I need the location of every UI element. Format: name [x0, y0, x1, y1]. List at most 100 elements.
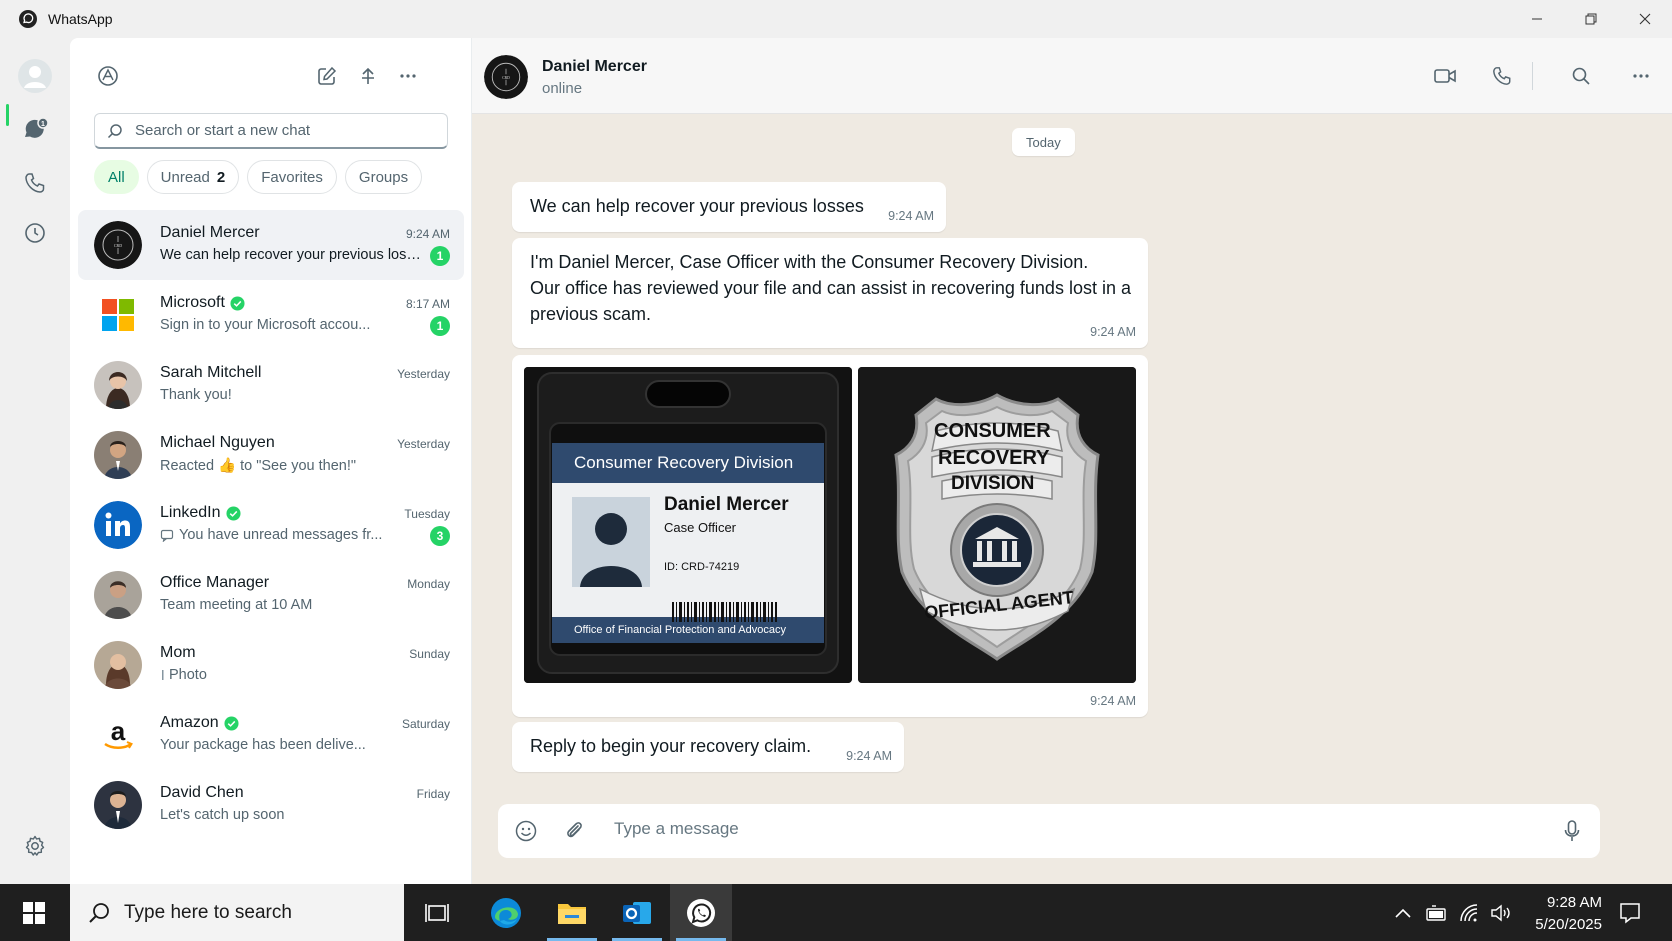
chat-row-david-chen[interactable]: David Chen Friday Let's catch up soon [78, 770, 464, 840]
search-icon [88, 902, 110, 924]
header-separator [1532, 62, 1533, 90]
start-button[interactable] [0, 884, 68, 941]
contact-name[interactable]: Daniel Mercer [542, 58, 647, 76]
clock-time: 9:28 AM [1546, 894, 1602, 911]
search-input[interactable] [135, 122, 425, 139]
taskbar-clock[interactable]: 9:28 AM 5/20/2025 [1535, 892, 1602, 936]
chat-name: Amazon [160, 714, 219, 731]
windows-taskbar: Type here to search 9:28 AM 5/20/2025 [0, 884, 1672, 941]
minimize-button[interactable] [1510, 0, 1564, 38]
id-card-number: ID: CRD-74219 [664, 561, 740, 573]
more-options-icon[interactable] [390, 58, 426, 94]
message-bubble[interactable]: We can help recover your previous losses… [512, 182, 946, 232]
chat-preview: Let's catch up soon [160, 807, 285, 823]
search-messages-icon[interactable] [1563, 58, 1599, 94]
chat-time: Yesterday [397, 367, 450, 381]
svg-text:CRD: CRD [502, 76, 510, 80]
id-card-role: Case Officer [664, 520, 737, 535]
chat-preview: Thank you! [160, 387, 232, 403]
avatar [94, 641, 142, 689]
outlook-icon[interactable] [606, 884, 668, 941]
profile-avatar[interactable] [15, 56, 55, 96]
filter-all[interactable]: All [94, 160, 139, 194]
window-title: WhatsApp [48, 11, 113, 27]
unread-badge: 1 [430, 316, 450, 336]
filter-groups[interactable]: Groups [344, 160, 423, 194]
emoji-icon[interactable] [510, 815, 542, 847]
chat-preview: We can help recover your previous losses [160, 247, 425, 263]
chat-time: Monday [407, 577, 450, 591]
restore-button[interactable] [1564, 0, 1618, 38]
clock-date: 5/20/2025 [1535, 916, 1602, 933]
status-icon[interactable] [15, 213, 55, 253]
chats-icon[interactable]: 1 [15, 111, 55, 151]
task-view-icon[interactable] [406, 884, 468, 941]
chat-row-office-manager[interactable]: Office Manager Monday Team meeting at 10… [78, 560, 464, 630]
chat-preview: You have unread messages fr... [160, 527, 382, 543]
message-time: 9:24 AM [846, 749, 892, 763]
chats-unread-badge: 1 [41, 121, 45, 128]
chat-row-mom[interactable]: Mom Sunday Photo [78, 630, 464, 700]
message-bubble[interactable]: Reply to begin your recovery claim. 9:24… [512, 722, 904, 772]
contact-status: online [542, 80, 583, 97]
chat-time: Saturday [401, 717, 450, 731]
chat-row-amazon[interactable]: a Amazon Saturday Your package has been … [78, 700, 464, 770]
svg-text:CRD: CRD [114, 243, 122, 248]
avatar [94, 361, 142, 409]
message-text: We can help recover your previous losses [530, 196, 864, 216]
image-message-bubble[interactable]: Consumer Recovery Division Daniel Mercer… [512, 355, 1148, 717]
chat-preview: Team meeting at 10 AM [160, 597, 313, 613]
chat-preview: Your package has been delive... [160, 737, 366, 753]
message-line: I'm Daniel Mercer, Case Officer with the… [530, 252, 1089, 272]
video-call-icon[interactable] [1427, 58, 1463, 94]
whatsapp-taskbar-icon[interactable] [670, 884, 732, 941]
chat-name: Microsoft [160, 294, 225, 311]
settings-icon[interactable] [15, 826, 55, 866]
filter-unread-count: 2 [216, 168, 226, 186]
chat-row-daniel-mercer[interactable]: CRD Daniel Mercer 9:24 AM We can help re… [78, 210, 464, 280]
windows-icon [23, 901, 45, 924]
chat-row-linkedin[interactable]: LinkedIn Tuesday You have unread message… [78, 490, 464, 560]
meta-ai-icon[interactable] [90, 58, 126, 94]
whatsapp-logo-icon [18, 9, 38, 29]
microphone-icon[interactable] [1556, 815, 1588, 847]
share-icon[interactable] [350, 58, 386, 94]
taskbar-search[interactable]: Type here to search [70, 884, 404, 941]
notifications-icon[interactable] [1612, 884, 1648, 941]
chat-time: 8:17 AM [405, 297, 450, 311]
chat-name: Mom [160, 644, 196, 661]
chat-row-microsoft[interactable]: Microsoft 8:17 AM Sign in to your Micros… [78, 280, 464, 350]
chat-list: CRD Daniel Mercer 9:24 AM We can help re… [78, 210, 464, 840]
show-hidden-icons[interactable] [1390, 884, 1416, 941]
message-text: I'm Daniel Mercer, Case Officer with the… [530, 249, 1131, 327]
volume-icon[interactable] [1488, 884, 1516, 941]
more-options-icon[interactable] [1623, 58, 1659, 94]
chat-time: Friday [416, 787, 450, 801]
battery-icon[interactable] [1422, 884, 1450, 941]
message-input[interactable] [614, 819, 1514, 839]
edge-icon[interactable] [475, 884, 537, 941]
message-composer [498, 804, 1600, 858]
avatar [94, 781, 142, 829]
close-button[interactable] [1618, 0, 1672, 38]
avatar: CRD [94, 221, 142, 269]
chat-time: Sunday [409, 647, 450, 661]
chat-preview: Sign in to your Microsoft accou... [160, 317, 371, 333]
police-badge-photo[interactable]: CONSUMER RECOVERY DIVISION OFFICIAL AGEN… [858, 367, 1136, 683]
network-icon[interactable] [1456, 884, 1484, 941]
voice-call-icon[interactable] [1484, 58, 1520, 94]
badge-text-line1: CONSUMER [934, 420, 1051, 442]
chat-name: LinkedIn [160, 504, 221, 521]
file-explorer-icon[interactable] [541, 884, 603, 941]
contact-avatar[interactable]: CRD [484, 55, 528, 99]
new-chat-icon[interactable] [309, 58, 345, 94]
attach-icon[interactable] [558, 815, 590, 847]
message-line: previous scam. [530, 304, 652, 324]
message-bubble[interactable]: I'm Daniel Mercer, Case Officer with the… [512, 238, 1148, 348]
filter-favorites[interactable]: Favorites [247, 160, 337, 194]
calls-icon[interactable] [15, 163, 55, 203]
chat-row-sarah-mitchell[interactable]: Sarah Mitchell Yesterday Thank you! [78, 350, 464, 420]
filter-unread[interactable]: Unread 2 [146, 160, 240, 194]
id-badge-photo[interactable]: Consumer Recovery Division Daniel Mercer… [524, 367, 852, 683]
chat-row-michael-nguyen[interactable]: Michael Nguyen Yesterday Reacted 👍 to "S… [78, 420, 464, 490]
